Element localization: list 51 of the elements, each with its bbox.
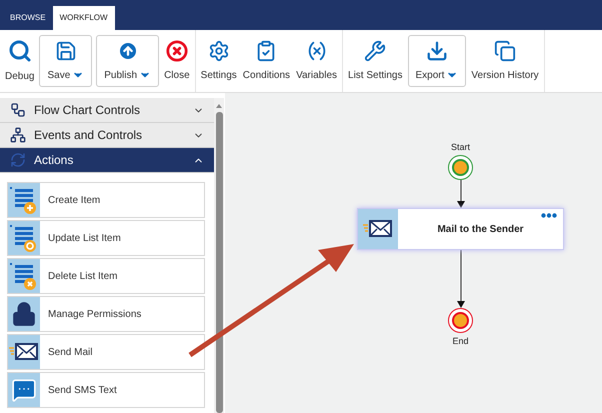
update-list-icon bbox=[10, 223, 38, 253]
ribbon-button[interactable]: Export bbox=[408, 35, 466, 87]
tab[interactable]: WORKFLOW bbox=[52, 6, 115, 30]
scrollbar[interactable] bbox=[214, 98, 224, 413]
clipboard-icon bbox=[255, 40, 278, 62]
action-item[interactable]: Send SMS Text bbox=[7, 372, 205, 408]
scroll-up-icon[interactable] bbox=[216, 104, 222, 108]
wrench-icon bbox=[364, 40, 386, 62]
action-item[interactable]: Update List Item bbox=[7, 220, 205, 256]
action-node[interactable]: Mail to the Sender bbox=[357, 208, 564, 250]
chat-icon bbox=[11, 377, 37, 403]
accordion-header[interactable]: Events and Controls bbox=[0, 123, 214, 148]
ribbon-button[interactable]: Save bbox=[39, 35, 92, 87]
tab[interactable]: BROWSE bbox=[3, 6, 53, 30]
accordion-header[interactable]: Actions bbox=[0, 148, 214, 173]
accordion-header[interactable]: Flow Chart Controls bbox=[0, 98, 214, 123]
scroll-thumb[interactable] bbox=[216, 112, 222, 413]
download-icon bbox=[426, 40, 448, 62]
envelope-icon bbox=[9, 342, 39, 362]
node-label: End bbox=[452, 335, 468, 347]
settings-icon bbox=[208, 40, 230, 62]
save-icon bbox=[54, 40, 77, 62]
hierarchy-icon bbox=[10, 127, 26, 143]
ribbon-button[interactable]: Variables bbox=[295, 35, 338, 87]
ribbon-button[interactable]: Settings bbox=[200, 35, 238, 87]
delete-list-icon bbox=[10, 261, 38, 291]
start-node[interactable] bbox=[448, 155, 473, 180]
plus-list-icon bbox=[10, 185, 38, 215]
cycle-icon bbox=[10, 152, 26, 168]
ribbon-button[interactable]: Close bbox=[163, 35, 191, 87]
ribbon-button[interactable]: Publish bbox=[96, 35, 160, 87]
node-label: Start bbox=[450, 141, 470, 153]
flowchart-icon bbox=[10, 102, 26, 118]
action-item[interactable]: Send Mail bbox=[7, 334, 205, 370]
action-item[interactable]: Create Item bbox=[7, 182, 205, 218]
ribbon-button[interactable]: Version History bbox=[470, 35, 540, 87]
connector-arrow bbox=[456, 180, 464, 208]
end-node[interactable] bbox=[448, 308, 473, 333]
more-icon[interactable] bbox=[541, 213, 557, 218]
close-icon bbox=[166, 40, 188, 62]
lock-icon bbox=[11, 300, 37, 328]
search-icon bbox=[8, 38, 32, 62]
action-item[interactable]: Delete List Item bbox=[7, 258, 205, 294]
documents-icon bbox=[494, 40, 516, 62]
ribbon-button[interactable]: Debug bbox=[4, 35, 36, 87]
action-item[interactable]: Manage Permissions bbox=[7, 296, 205, 332]
connector-arrow bbox=[456, 250, 464, 308]
envelope-icon bbox=[363, 219, 393, 239]
node-label: Mail to the Sender bbox=[436, 222, 525, 236]
ribbon-button[interactable]: List Settings bbox=[347, 35, 404, 87]
ribbon-button[interactable]: Conditions bbox=[242, 35, 292, 87]
